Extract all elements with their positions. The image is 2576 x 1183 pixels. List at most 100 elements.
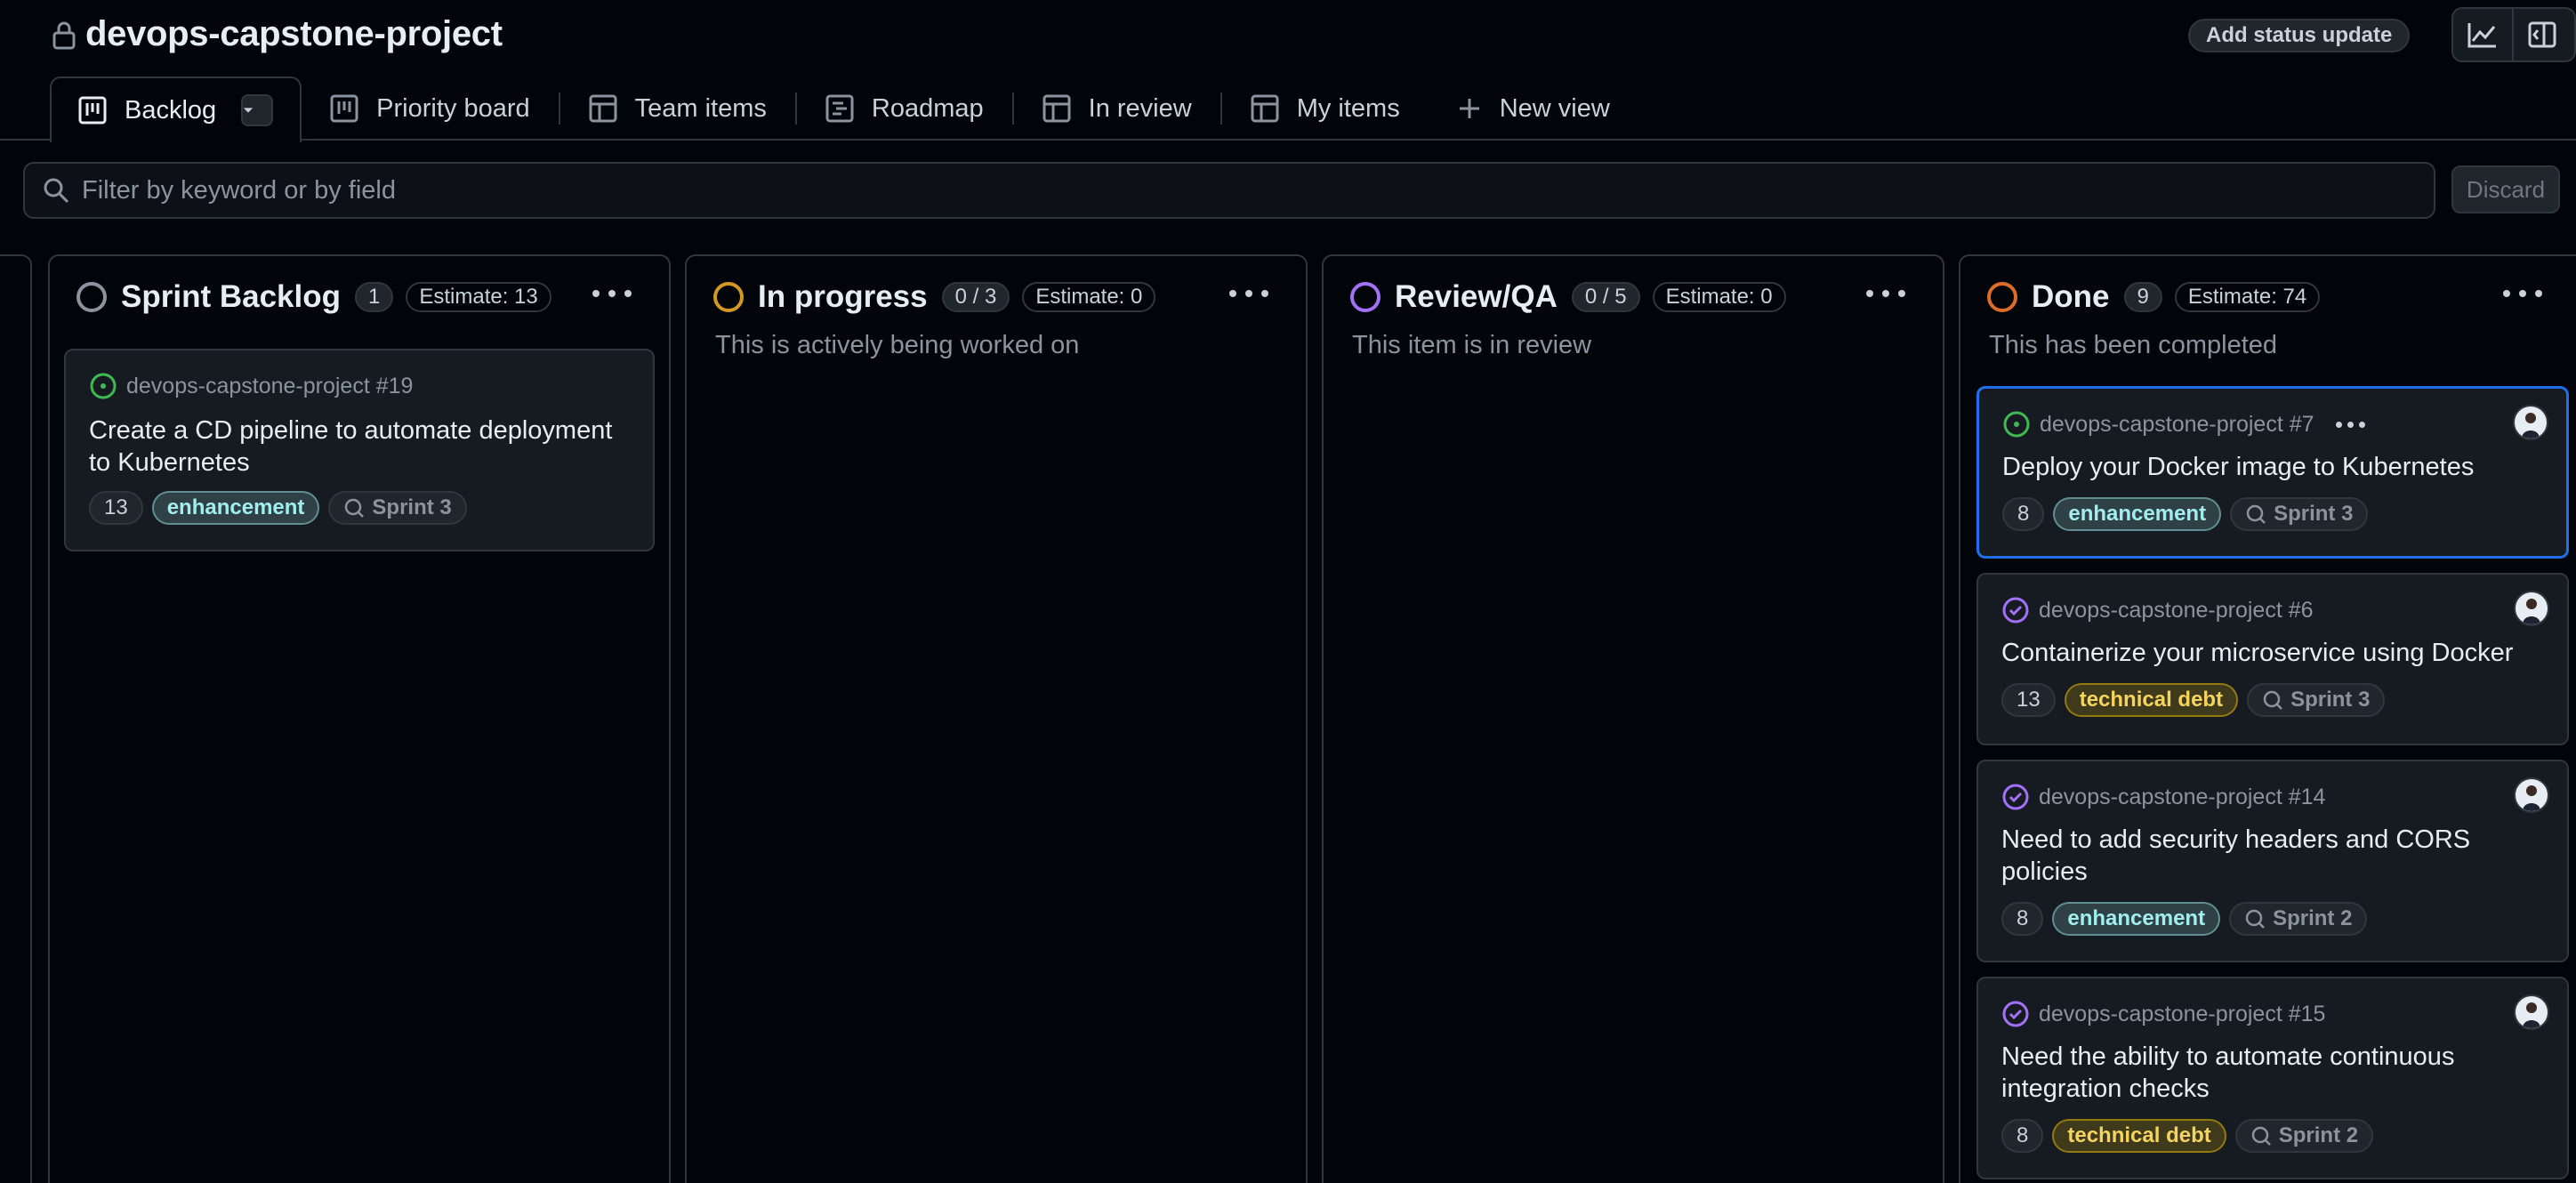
column-menu-button[interactable] [2503, 283, 2542, 304]
issue-card[interactable]: devops-capstone-project #15 Need the abi… [1976, 977, 2569, 1179]
project-title: devops-capstone-project [85, 14, 503, 53]
card-tags: 13 enhancement Sprint 3 [89, 491, 476, 525]
label-badge[interactable]: enhancement [2053, 497, 2222, 531]
column-header: Review/QA 0 / 5 Estimate: 0 [1350, 279, 1799, 315]
estimate-badge: 13 [89, 491, 143, 525]
iteration-icon [2245, 909, 2265, 929]
table-icon [1251, 94, 1279, 123]
insights-button[interactable] [2453, 9, 2512, 60]
estimate-pill: Estimate: 13 [406, 282, 551, 312]
card-title[interactable]: Create a CD pipeline to automate deploym… [89, 414, 640, 479]
status-circle-icon [713, 282, 744, 312]
column-done: Done 9 Estimate: 74 This has been comple… [1959, 254, 2576, 1183]
estimate-pill: Estimate: 0 [1022, 282, 1156, 312]
sprint-badge: Sprint 3 [2230, 497, 2369, 531]
table-icon [1042, 94, 1071, 123]
column-title: Done [2032, 279, 2110, 314]
user-avatar-icon [2523, 1002, 2540, 1028]
estimate-badge: 8 [2002, 497, 2045, 531]
plus-icon [1459, 99, 1479, 118]
issue-open-icon [2003, 411, 2030, 438]
tab-label: New view [1499, 93, 1610, 123]
card-ref-text: devops-capstone-project #15 [2039, 1001, 2326, 1026]
card-reference: devops-capstone-project #14 [2001, 783, 2325, 811]
card-title[interactable]: Deploy your Docker image to Kubernetes [2002, 451, 2554, 483]
card-reference: devops-capstone-project #15 [2001, 1000, 2325, 1028]
tab-backlog[interactable]: Backlog [50, 76, 302, 142]
user-avatar-icon [2523, 599, 2540, 624]
tab-roadmap[interactable]: Roadmap [797, 76, 1012, 141]
card-menu-button[interactable] [2335, 421, 2365, 428]
card-tags: 8 technical debt Sprint 2 [2001, 1119, 2382, 1153]
sidebar-icon [2528, 21, 2556, 48]
search-icon [44, 178, 69, 204]
partial-column [0, 254, 32, 1183]
column-menu-button[interactable] [592, 283, 632, 304]
board-icon [330, 94, 358, 123]
add-status-update-button[interactable]: Add status update [2188, 19, 2411, 52]
avatar[interactable] [2514, 777, 2549, 813]
header-actions [2451, 7, 2576, 62]
card-title[interactable]: Need the ability to automate continuous … [2001, 1041, 2553, 1105]
card-reference: devops-capstone-project #19 [89, 372, 413, 400]
user-avatar-icon [2523, 785, 2540, 811]
tab-label: Team items [634, 93, 767, 123]
column-title: In progress [758, 279, 928, 314]
column-menu-button[interactable] [1229, 283, 1268, 304]
card-reference: devops-capstone-project #6 [2001, 596, 2314, 624]
status-circle-icon [76, 282, 107, 312]
label-badge[interactable]: enhancement [2052, 902, 2221, 936]
item-count: 0 / 3 [941, 282, 1010, 312]
discard-button[interactable]: Discard [2451, 165, 2560, 213]
issue-card[interactable]: devops-capstone-project #6 Containerize … [1976, 573, 2569, 745]
estimate-pill: Estimate: 0 [1652, 282, 1786, 312]
tab-in-review[interactable]: In review [1014, 76, 1220, 141]
sprint-badge: Sprint 2 [2229, 902, 2368, 936]
sprint-badge: Sprint 3 [2247, 683, 2386, 717]
status-circle-icon [1350, 282, 1381, 312]
card-title[interactable]: Need to add security headers and CORS po… [2001, 824, 2553, 888]
issue-open-icon [90, 373, 117, 399]
item-count: 0 / 5 [1571, 282, 1640, 312]
label-badge[interactable]: technical debt [2064, 683, 2239, 717]
tab-priority-board[interactable]: Priority board [302, 76, 558, 141]
issue-closed-icon [2002, 1001, 2029, 1027]
roadmap-icon [825, 94, 854, 123]
sprint-label: Sprint 3 [2274, 502, 2354, 526]
sprint-label: Sprint 2 [2278, 1123, 2359, 1147]
issue-card[interactable]: devops-capstone-project #14 Need to add … [1976, 760, 2569, 962]
column-review-qa: Review/QA 0 / 5 Estimate: 0 This item is… [1322, 254, 1944, 1183]
label-badge[interactable]: enhancement [151, 491, 320, 525]
card-ref-text: devops-capstone-project #6 [2039, 597, 2314, 623]
column-in-progress: In progress 0 / 3 Estimate: 0 This is ac… [685, 254, 1308, 1183]
issue-card[interactable]: devops-capstone-project #19 Create a CD … [64, 349, 655, 551]
sprint-label: Sprint 2 [2273, 906, 2353, 930]
status-circle-icon [1987, 282, 2017, 312]
column-menu-button[interactable] [1866, 283, 1905, 304]
view-options-button[interactable] [241, 94, 274, 126]
tab-label: In review [1088, 93, 1192, 123]
column-description: This has been completed [1989, 331, 2278, 359]
tab-my-items[interactable]: My items [1222, 76, 1429, 141]
sprint-label: Sprint 3 [2290, 688, 2371, 712]
new-view-button[interactable]: New view [1429, 76, 1638, 141]
iteration-icon [2263, 690, 2282, 710]
avatar[interactable] [2514, 994, 2549, 1030]
card-ref-text: devops-capstone-project #7 [2040, 411, 2314, 437]
column-header: Done 9 Estimate: 74 [1987, 279, 2332, 315]
card-title[interactable]: Containerize your microservice using Doc… [2001, 637, 2553, 669]
filter-input[interactable] [82, 175, 2434, 205]
label-badge[interactable]: technical debt [2052, 1119, 2226, 1153]
tab-label: My items [1296, 93, 1400, 123]
issue-card[interactable]: devops-capstone-project #7 Deploy your D… [1976, 386, 2569, 559]
avatar[interactable] [2514, 591, 2549, 626]
iteration-icon [2246, 504, 2266, 524]
estimate-badge: 8 [2001, 902, 2044, 936]
tab-team-items[interactable]: Team items [560, 76, 795, 141]
lock-icon [52, 21, 76, 50]
item-count: 1 [354, 282, 394, 312]
column-description: This item is in review [1352, 331, 1592, 359]
iteration-icon [2251, 1126, 2271, 1146]
side-panel-button[interactable] [2512, 9, 2571, 60]
avatar[interactable] [2513, 405, 2548, 440]
